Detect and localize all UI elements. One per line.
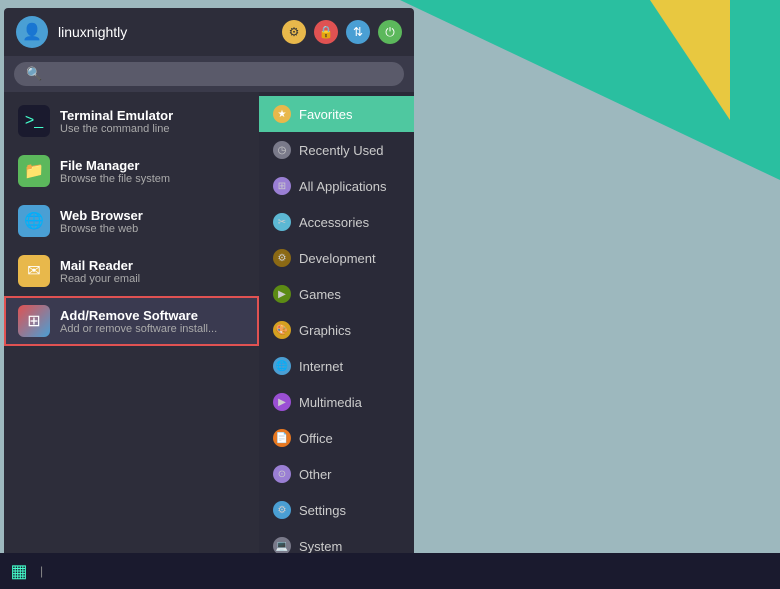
search-bar: 🔍 — [4, 56, 414, 92]
cat-label-office: Office — [299, 431, 333, 446]
app-desc-mail: Read your email — [60, 273, 140, 285]
cat-label-other: Other — [299, 467, 332, 482]
app-item-filemanager[interactable]: 📁 File Manager Browse the file system — [4, 146, 259, 196]
cat-label-accessories: Accessories — [299, 215, 369, 230]
multimedia-icon: ▶ — [273, 393, 291, 411]
transfer-icon[interactable]: ⇅ — [346, 20, 370, 44]
cat-item-accessories[interactable]: ✂ Accessories — [259, 204, 414, 240]
star-icon[interactable]: ⚙ — [282, 20, 306, 44]
games-icon: ▶ — [273, 285, 291, 303]
accessories-icon: ✂ — [273, 213, 291, 231]
cat-label-settings: Settings — [299, 503, 346, 518]
mail-icon: ✉ — [18, 255, 50, 287]
cat-label-favorites: Favorites — [299, 107, 352, 122]
recently-used-icon: ◷ — [273, 141, 291, 159]
app-item-mail[interactable]: ✉ Mail Reader Read your email — [4, 246, 259, 296]
settings-icon: ⚙ — [273, 501, 291, 519]
deco-yellow — [650, 0, 730, 120]
cat-item-office[interactable]: 📄 Office — [259, 420, 414, 456]
app-name-browser: Web Browser — [60, 208, 143, 223]
header-icons: ⚙ 🔒 ⇅ ⏻ — [282, 20, 402, 44]
cat-item-favorites[interactable]: ★ Favorites — [259, 96, 414, 132]
browser-icon: 🌐 — [18, 205, 50, 237]
app-desc-addremove: Add or remove software install... — [60, 323, 217, 335]
taskbar-separator: | — [40, 564, 43, 578]
search-input[interactable] — [48, 67, 392, 82]
cat-label-recently-used: Recently Used — [299, 143, 384, 158]
office-icon: 📄 — [273, 429, 291, 447]
cat-item-multimedia[interactable]: ▶ Multimedia — [259, 384, 414, 420]
other-icon: ⊙ — [273, 465, 291, 483]
taskbar-menu-icon[interactable]: ▦ — [4, 556, 34, 586]
cat-item-settings[interactable]: ⚙ Settings — [259, 492, 414, 528]
app-desc-filemanager: Browse the file system — [60, 173, 170, 185]
app-name-filemanager: File Manager — [60, 158, 170, 173]
cat-item-graphics[interactable]: 🎨 Graphics — [259, 312, 414, 348]
app-name-terminal: Terminal Emulator — [60, 108, 173, 123]
categories-panel: ★ Favorites ◷ Recently Used ⊞ All Applic… — [259, 92, 414, 568]
cat-label-all-applications: All Applications — [299, 179, 386, 194]
username: linuxnightly — [58, 24, 282, 40]
app-desc-terminal: Use the command line — [60, 123, 173, 135]
graphics-icon: 🎨 — [273, 321, 291, 339]
cat-item-all-applications[interactable]: ⊞ All Applications — [259, 168, 414, 204]
app-item-browser[interactable]: 🌐 Web Browser Browse the web — [4, 196, 259, 246]
filemanager-icon: 📁 — [18, 155, 50, 187]
cat-label-multimedia: Multimedia — [299, 395, 362, 410]
cat-item-internet[interactable]: 🌐 Internet — [259, 348, 414, 384]
search-input-wrapper[interactable]: 🔍 — [14, 62, 404, 86]
taskbar: ▦ | — [0, 553, 780, 589]
lock-icon[interactable]: 🔒 — [314, 20, 338, 44]
cat-item-development[interactable]: ⚙ Development — [259, 240, 414, 276]
cat-item-recently-used[interactable]: ◷ Recently Used — [259, 132, 414, 168]
all-applications-icon: ⊞ — [273, 177, 291, 195]
cat-label-development: Development — [299, 251, 376, 266]
power-icon[interactable]: ⏻ — [378, 20, 402, 44]
favorites-icon: ★ — [273, 105, 291, 123]
cat-label-games: Games — [299, 287, 341, 302]
app-desc-browser: Browse the web — [60, 223, 143, 235]
search-icon: 🔍 — [26, 66, 42, 82]
development-icon: ⚙ — [273, 249, 291, 267]
apps-panel: >_ Terminal Emulator Use the command lin… — [4, 92, 259, 568]
internet-icon: 🌐 — [273, 357, 291, 375]
addremove-icon: ⊞ — [18, 305, 50, 337]
app-name-addremove: Add/Remove Software — [60, 308, 217, 323]
app-item-addremove[interactable]: ⊞ Add/Remove Software Add or remove soft… — [4, 296, 259, 346]
menu-body: >_ Terminal Emulator Use the command lin… — [4, 92, 414, 568]
app-name-mail: Mail Reader — [60, 258, 140, 273]
avatar: 👤 — [16, 16, 48, 48]
app-item-terminal[interactable]: >_ Terminal Emulator Use the command lin… — [4, 96, 259, 146]
terminal-icon: >_ — [18, 105, 50, 137]
cat-item-games[interactable]: ▶ Games — [259, 276, 414, 312]
cat-label-graphics: Graphics — [299, 323, 351, 338]
cat-item-other[interactable]: ⊙ Other — [259, 456, 414, 492]
cat-label-internet: Internet — [299, 359, 343, 374]
menu-header: 👤 linuxnightly ⚙ 🔒 ⇅ ⏻ — [4, 8, 414, 56]
cat-label-system: System — [299, 539, 342, 554]
app-menu: 👤 linuxnightly ⚙ 🔒 ⇅ ⏻ 🔍 >_ Terminal Emu… — [4, 8, 414, 568]
